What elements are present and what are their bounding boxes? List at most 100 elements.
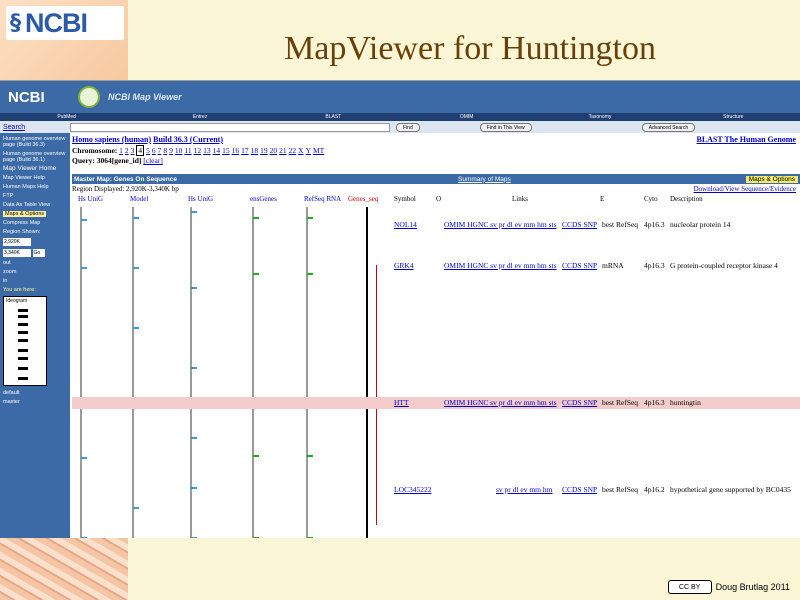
find-in-view-button[interactable]: Find in This View <box>479 122 532 132</box>
chromosome-link[interactable]: 17 <box>241 146 249 155</box>
track-header-unigene-2[interactable]: Hs UniG <box>188 195 213 203</box>
download-sequence-link[interactable]: Download/View Sequence/Evidence <box>694 185 796 193</box>
sidebar-home[interactable]: Map Viewer Home <box>3 165 67 172</box>
blast-genome-link[interactable]: BLAST The Human Genome <box>696 135 796 144</box>
maps-options-button[interactable]: Maps & Options <box>745 175 798 183</box>
chromosome-link[interactable]: 4 <box>136 145 145 156</box>
master-map-bar: Master Map: Genes On Sequence Summary of… <box>72 174 800 184</box>
gene-links[interactable]: sv pr dl ev mm hm <box>496 485 552 494</box>
chromosome-link[interactable]: 22 <box>289 146 297 155</box>
summary-of-maps-link[interactable]: Summary of Maps <box>458 176 511 183</box>
chromosome-link[interactable]: 13 <box>203 146 211 155</box>
sidebar-table-view[interactable]: Data As Table View <box>3 202 67 208</box>
ncbi-logo: § NCBI <box>6 6 124 40</box>
chromosome-link[interactable]: 5 <box>146 146 150 155</box>
nav-structure[interactable]: Structure <box>667 113 800 121</box>
chromosome-link[interactable]: 19 <box>260 146 268 155</box>
chromosome-link[interactable]: 12 <box>194 146 202 155</box>
track-header-unigene[interactable]: Hs UniG <box>78 195 103 203</box>
chromosome-link[interactable]: 1 <box>119 146 123 155</box>
chromosome-link[interactable]: 21 <box>279 146 287 155</box>
track-header-ensgenes[interactable]: ensGenes <box>250 195 277 203</box>
gene-refseq: best RefSeq <box>602 220 639 229</box>
find-button[interactable]: Find <box>396 122 420 132</box>
chromosome-link[interactable]: 14 <box>213 146 221 155</box>
chromosome-link[interactable]: 20 <box>270 146 278 155</box>
zoom-out-button[interactable]: out <box>3 260 67 266</box>
gene-ccds-snp[interactable]: CCDS SNP <box>562 261 597 270</box>
zoom-in-button[interactable]: in <box>3 278 67 284</box>
track-header-refseq[interactable]: RefSeq RNA <box>304 195 341 203</box>
column-headers: Hs UniG Model Hs UniG ensGenes RefSeq RN… <box>72 195 800 205</box>
chromosome-link[interactable]: 2 <box>125 146 129 155</box>
col-o: O <box>436 195 442 203</box>
gene-cyto: 4p16.3 <box>644 398 665 407</box>
gene-cyto: 4p16.3 <box>644 220 665 229</box>
compress-map-toggle[interactable]: Compress Map <box>3 220 67 226</box>
col-links: Links <box>512 195 528 203</box>
region-to-input[interactable]: 3,340K <box>3 249 31 257</box>
ncbi-logo-text: NCBI <box>25 7 88 38</box>
sidebar-link-overview-36-1[interactable]: Human genome overview page (Build 36.1) <box>3 151 67 163</box>
chromosome-link[interactable]: 8 <box>163 146 167 155</box>
sidebar-maps-options[interactable]: Maps & Options <box>3 211 47 217</box>
gene-links[interactable]: OMIM HGNC sv pr dl ev mm hm sts <box>444 261 557 270</box>
gene-refseq: best RefSeq <box>602 398 639 407</box>
sidebar-ftp[interactable]: FTP <box>3 193 67 199</box>
advanced-search-button[interactable]: Advanced Search <box>641 122 696 132</box>
nav-taxonomy[interactable]: Taxonomy <box>533 113 666 121</box>
header-logo[interactable]: NCBI <box>0 89 72 106</box>
gene-description: huntingtin <box>670 398 701 407</box>
nav-omim[interactable]: OMIM <box>400 113 533 121</box>
region-from-input[interactable]: 2,920K <box>3 238 31 246</box>
helix-icon: § <box>10 10 21 36</box>
gene-symbol-link[interactable]: LOC345222 <box>394 485 432 494</box>
chromosome-ideogram[interactable]: Ideogram <box>3 296 47 386</box>
chromosome-link[interactable]: 3 <box>131 146 135 155</box>
gene-symbol-link[interactable]: HTT <box>394 398 409 407</box>
track-header-genes-seq[interactable]: Genes_seq <box>348 195 378 203</box>
chromosome-link[interactable]: 18 <box>251 146 259 155</box>
gene-ccds-snp[interactable]: CCDS SNP <box>562 220 597 229</box>
query-text: Query: 3064[gene_id] <box>72 156 142 165</box>
chromosome-link[interactable]: 9 <box>169 146 173 155</box>
sidebar-maps-help[interactable]: Human Maps Help <box>3 184 67 190</box>
search-input[interactable] <box>70 122 390 132</box>
top-nav: PubMed Entrez BLAST OMIM Taxonomy Struct… <box>0 113 800 121</box>
gene-links[interactable]: OMIM HGNC sv pr dl ev mm hm sts <box>444 220 557 229</box>
go-button[interactable]: Go <box>32 249 45 257</box>
chromosome-link[interactable]: X <box>298 146 303 155</box>
build-link[interactable]: Build 36.3 (Current) <box>153 135 223 144</box>
gene-ccds-snp[interactable]: CCDS SNP <box>562 485 597 494</box>
nav-entrez[interactable]: Entrez <box>133 113 266 121</box>
search-link[interactable]: Search <box>0 124 70 131</box>
chromosome-link[interactable]: 16 <box>232 146 240 155</box>
gene-row: LOC345222 sv pr dl ev mm hm CCDS SNP bes… <box>72 484 800 496</box>
cc-license-icon: CC BY <box>667 580 712 594</box>
organism-link[interactable]: Homo sapiens (human) <box>72 135 151 144</box>
chromosome-link[interactable]: MT <box>313 146 324 155</box>
chromosome-link[interactable]: 11 <box>184 146 191 155</box>
radio-master[interactable]: master <box>3 399 67 405</box>
chromosome-link[interactable]: Y <box>306 146 311 155</box>
chromosome-link[interactable]: 15 <box>222 146 230 155</box>
chromosome-link[interactable]: 10 <box>175 146 183 155</box>
sidebar-help[interactable]: Map Viewer Help <box>3 175 67 181</box>
sidebar-link-overview-36-3[interactable]: Human genome overview page (Build 36.3) <box>3 136 67 148</box>
clear-query-link[interactable]: [clear] <box>143 156 163 165</box>
region-text: Region Displayed: 2,920K-3,340K bp <box>72 185 179 193</box>
chromosome-link[interactable]: 6 <box>152 146 156 155</box>
gene-description: nucleolar protein 14 <box>670 220 731 229</box>
region-displayed: Region Displayed: 2,920K-3,340K bp Downl… <box>72 185 800 193</box>
gene-ccds-snp[interactable]: CCDS SNP <box>562 398 597 407</box>
gene-links[interactable]: OMIM HGNC sv pr dl ev mm hm sts <box>444 398 557 407</box>
gene-symbol-link[interactable]: GRK4 <box>394 261 414 270</box>
chromosome-link[interactable]: 7 <box>158 146 162 155</box>
nav-blast[interactable]: BLAST <box>267 113 400 121</box>
gene-refseq: mRNA <box>602 261 624 270</box>
radio-default[interactable]: default <box>3 390 67 396</box>
track-header-model[interactable]: Model <box>130 195 148 203</box>
gene-symbol-link[interactable]: NOL14 <box>394 220 417 229</box>
gene-row: NOL14 OMIM HGNC sv pr dl ev mm hm sts CC… <box>72 219 800 231</box>
nav-pubmed[interactable]: PubMed <box>0 113 133 121</box>
